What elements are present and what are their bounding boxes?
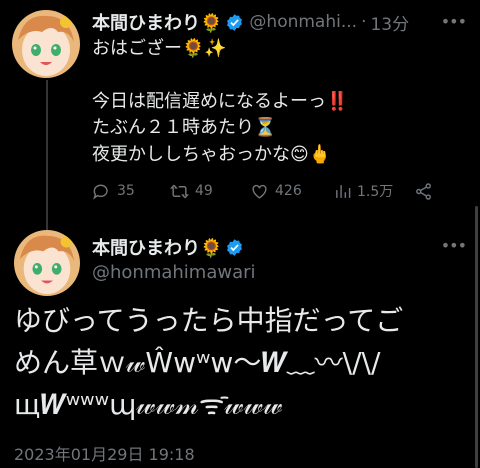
avatar[interactable] bbox=[14, 230, 80, 296]
reply-count: 35 bbox=[117, 183, 135, 199]
tweet-line: щ𝑾ʷʷʷɰ𝓌𝓌𝓂ᯤᯰ𝓌𝓌𝓌 bbox=[14, 388, 283, 421]
like-count: 426 bbox=[275, 183, 302, 199]
tweet-line: ゆびってうったら中指だってご bbox=[14, 304, 404, 337]
display-name[interactable]: 本間ひまわり🌻 bbox=[92, 234, 222, 260]
retweet-count: 49 bbox=[195, 183, 213, 199]
heart-icon bbox=[252, 184, 267, 199]
tweet1-actions: 35 49 426 1.5万 bbox=[92, 180, 440, 202]
avatar[interactable] bbox=[12, 10, 80, 78]
tweet-line: めん草ｗ𝓌Ŵwʷw〜𝑾﹏〰\/\/ bbox=[14, 346, 381, 379]
retweet-icon bbox=[170, 184, 189, 198]
tweet-line: 今日は配信遅めになるよーっ‼️ bbox=[92, 90, 349, 112]
separator-dot: · bbox=[361, 12, 367, 32]
verified-badge-icon bbox=[227, 13, 243, 31]
retweet-button[interactable]: 49 bbox=[170, 182, 250, 201]
reply-icon bbox=[93, 184, 108, 200]
tweet-line: おはござー🌻✨ bbox=[92, 38, 227, 59]
share-button[interactable] bbox=[414, 182, 439, 201]
views-button[interactable]: 1.5万 bbox=[334, 181, 414, 201]
tweet2-text: ゆびってうったら中指だってご めん草ｗ𝓌Ŵwʷw〜𝑾﹏〰\/\/ щ𝑾ʷʷʷɰ𝓌… bbox=[14, 300, 474, 426]
views-count: 1.5万 bbox=[357, 184, 394, 200]
verified-badge-icon bbox=[227, 238, 243, 256]
more-options-icon[interactable]: ••• bbox=[441, 12, 467, 31]
tweet2-header: 本間ひまわり🌻 bbox=[92, 234, 249, 260]
scrollbar[interactable] bbox=[475, 206, 478, 468]
views-chart-icon bbox=[336, 184, 351, 198]
tweet-date[interactable]: 2023年01月29日 19:18 bbox=[14, 441, 195, 465]
handle[interactable]: @honmahi... bbox=[249, 12, 357, 32]
tweet-line: たぶん２１時あたり⏳ bbox=[92, 117, 277, 138]
more-options-icon[interactable]: ••• bbox=[441, 236, 467, 255]
tweet1-header: 本間ひまわり🌻 @honmahi... · 13分 bbox=[92, 9, 468, 35]
share-icon bbox=[416, 182, 431, 200]
timestamp[interactable]: 13分 bbox=[370, 10, 409, 35]
display-name[interactable]: 本間ひまわり🌻 bbox=[92, 9, 222, 35]
tweet-line: 夜更かししちゃおっかな😊🖕 bbox=[92, 143, 332, 165]
reply-button[interactable]: 35 bbox=[92, 182, 170, 201]
handle[interactable]: @honmahimawari bbox=[92, 262, 256, 283]
tweet1-text: おはござー🌻✨ 今日は配信遅めになるよーっ‼️ たぶん２１時あたり⏳ 夜更かしし… bbox=[92, 36, 348, 168]
like-button[interactable]: 426 bbox=[250, 182, 334, 201]
thread-connector-line bbox=[46, 80, 48, 230]
